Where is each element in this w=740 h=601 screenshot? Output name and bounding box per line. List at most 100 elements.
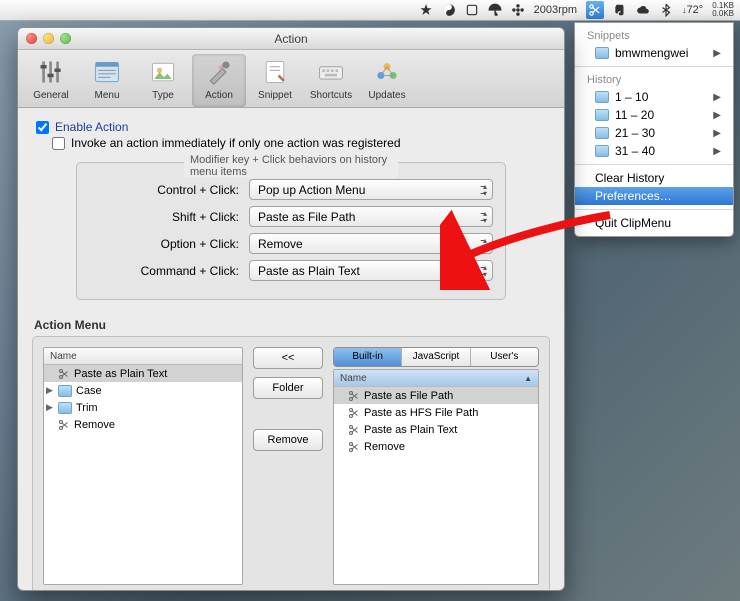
cloud-icon[interactable]: [636, 3, 650, 17]
snippets-section-label: Snippets: [575, 27, 733, 44]
invoke-immediately-checkbox[interactable]: [52, 137, 65, 150]
invoke-immediately-label: Invoke an action immediately if only one…: [71, 136, 401, 150]
quit-item[interactable]: Quit ClipMenu: [575, 214, 733, 232]
list-item-label: Paste as Plain Text: [364, 424, 457, 436]
left-list-header[interactable]: Name: [44, 348, 242, 365]
left-listbox[interactable]: Name Paste as Plain Text ▶Case ▶Trim Rem…: [43, 347, 243, 585]
list-item[interactable]: ▶Case: [44, 382, 242, 399]
snippet-icon: [259, 56, 291, 88]
enable-action-checkbox[interactable]: [36, 121, 49, 134]
list-item[interactable]: Paste as File Path: [334, 387, 538, 404]
tab-general[interactable]: General: [24, 54, 78, 107]
window-title: Action: [18, 32, 564, 46]
temperature-readout: ↓72°: [682, 4, 703, 16]
submenu-arrow-icon: ▶: [713, 110, 721, 121]
folder-icon: [595, 145, 609, 157]
left-list-body: Paste as Plain Text ▶Case ▶Trim Remove: [44, 365, 242, 584]
list-item-label: Remove: [74, 419, 115, 431]
tab-menu[interactable]: Menu: [80, 54, 134, 107]
fan-icon: [511, 3, 525, 17]
history-range-1[interactable]: 11 – 20 ▶: [575, 106, 733, 124]
tab-shortcuts[interactable]: Shortcuts: [304, 54, 358, 107]
tab-general-label: General: [33, 90, 69, 101]
tab-snippet-label: Snippet: [258, 90, 292, 101]
history-item-label: 31 – 40: [615, 144, 655, 158]
snippets-folder-item[interactable]: bmwmengwei ▶: [575, 44, 733, 62]
tab-snippet[interactable]: Snippet: [248, 54, 302, 107]
list-item[interactable]: Paste as Plain Text: [334, 421, 538, 438]
remove-button[interactable]: Remove: [253, 429, 323, 451]
list-item[interactable]: Paste as HFS File Path: [334, 404, 538, 421]
preferences-item[interactable]: Preferences…: [575, 187, 733, 205]
source-segmented: Built-in JavaScript User's: [333, 347, 539, 367]
shift-click-label: Shift + Click:: [89, 210, 239, 224]
modifier-groupbox: Modifier key + Click behaviors on histor…: [76, 162, 506, 300]
history-range-0[interactable]: 1 – 10▶: [575, 88, 733, 106]
tab-type[interactable]: Type: [136, 54, 190, 107]
scissors-menubar-icon[interactable]: [586, 1, 604, 19]
option-click-value: Remove: [258, 237, 303, 251]
list-item[interactable]: ▶Trim: [44, 399, 242, 416]
move-left-button[interactable]: <<: [253, 347, 323, 369]
left-col-name: Name: [50, 351, 77, 362]
bluetooth-icon[interactable]: [659, 3, 673, 17]
rpm-readout: 2003rpm: [534, 4, 577, 16]
enable-action-label: Enable Action: [55, 120, 128, 134]
shift-click-row: Shift + Click: Paste as File Path▴▾: [89, 206, 493, 227]
evernote-icon[interactable]: [613, 3, 627, 17]
tools-icon: [203, 56, 235, 88]
command-click-value: Paste as Plain Text: [258, 264, 360, 278]
right-col-name: Name: [340, 373, 367, 384]
list-item-label: Paste as HFS File Path: [364, 407, 478, 419]
history-range-3[interactable]: 31 – 40▶: [575, 142, 733, 160]
scissors-icon: [58, 419, 70, 431]
option-click-popup[interactable]: Remove▴▾: [249, 233, 493, 254]
enable-action-row: Enable Action: [36, 120, 550, 134]
system-menubar: 2003rpm ↓72° 0.1KB 0.0KB: [0, 0, 740, 21]
shift-click-value: Paste as File Path: [258, 210, 355, 224]
folder-icon: [595, 127, 609, 139]
right-list-header[interactable]: Name ▲: [334, 370, 538, 387]
list-item[interactable]: Remove: [334, 438, 538, 455]
history-range-2[interactable]: 21 – 30▶: [575, 124, 733, 142]
tab-menu-label: Menu: [94, 90, 119, 101]
tab-updates[interactable]: Updates: [360, 54, 414, 107]
content-area: Enable Action Invoke an action immediate…: [18, 108, 564, 591]
right-listbox[interactable]: Name ▲ Paste as File Path Paste as HFS Fi…: [333, 369, 539, 585]
seg-users[interactable]: User's: [471, 348, 538, 366]
list-item-label: Paste as Plain Text: [74, 368, 167, 380]
right-list-body: Paste as File Path Paste as HFS File Pat…: [334, 387, 538, 584]
box-icon: [465, 3, 479, 17]
seg-javascript[interactable]: JavaScript: [402, 348, 470, 366]
quit-label: Quit ClipMenu: [595, 216, 671, 230]
list-item[interactable]: Remove: [44, 416, 242, 433]
disclosure-icon[interactable]: ▶: [46, 402, 54, 413]
sort-asc-icon: ▲: [524, 374, 532, 383]
network-readout: 0.1KB 0.0KB: [712, 2, 734, 18]
clear-history-item[interactable]: Clear History: [575, 169, 733, 187]
scissors-icon: [348, 390, 360, 402]
history-item-label: 11 – 20: [615, 108, 654, 122]
scissors-icon: [58, 368, 70, 380]
new-folder-button[interactable]: Folder: [253, 377, 323, 399]
separator: [575, 164, 733, 165]
seg-builtin[interactable]: Built-in: [334, 348, 402, 366]
folder-icon: [595, 47, 609, 59]
folder-icon: [595, 91, 609, 103]
window-titlebar[interactable]: Action: [18, 28, 564, 50]
tab-action[interactable]: Action: [192, 54, 246, 107]
groupbox-legend: Modifier key + Click behaviors on histor…: [184, 154, 398, 178]
disclosure-icon[interactable]: ▶: [46, 385, 54, 396]
shift-click-popup[interactable]: Paste as File Path▴▾: [249, 206, 493, 227]
control-click-popup[interactable]: Pop up Action Menu▴▾: [249, 179, 493, 200]
option-click-row: Option + Click: Remove▴▾: [89, 233, 493, 254]
tab-action-label: Action: [205, 90, 233, 101]
list-item[interactable]: Paste as Plain Text: [44, 365, 242, 382]
control-click-value: Pop up Action Menu: [258, 183, 365, 197]
folder-icon: [58, 402, 72, 414]
history-item-label: 1 – 10: [615, 90, 648, 104]
submenu-arrow-icon: ▶: [713, 128, 721, 139]
snippet-item-label: bmwmengwei: [615, 46, 688, 60]
command-click-popup[interactable]: Paste as Plain Text▴▾: [249, 260, 493, 281]
list-item-label: Remove: [364, 441, 405, 453]
